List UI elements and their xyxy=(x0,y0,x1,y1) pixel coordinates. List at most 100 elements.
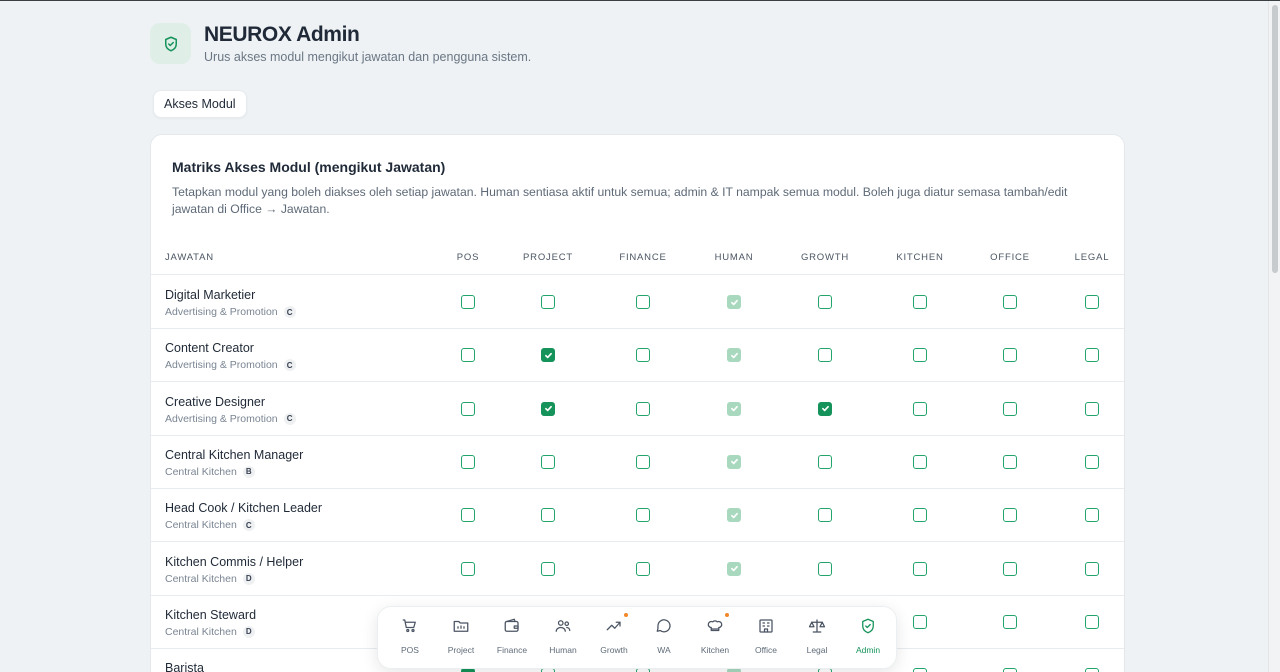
department-name: Advertising & Promotion xyxy=(165,306,278,318)
access-checkbox-office[interactable] xyxy=(1003,401,1017,416)
access-checkbox-growth[interactable] xyxy=(818,295,832,309)
department-info: Advertising & Promotion C xyxy=(165,412,296,425)
dock-item-office[interactable]: Office xyxy=(741,617,791,655)
position-name: Barista xyxy=(165,661,204,672)
access-checkbox-legal[interactable] xyxy=(1085,561,1099,576)
access-checkbox-kitchen[interactable] xyxy=(913,348,927,363)
trending-up-icon xyxy=(605,613,628,635)
access-checkbox-human xyxy=(727,508,741,523)
dock-label: Kitchen xyxy=(700,645,730,655)
access-checkbox-kitchen[interactable] xyxy=(913,508,927,523)
access-checkbox-finance[interactable] xyxy=(636,508,650,523)
position-name: Creative Designer xyxy=(165,394,266,409)
grade-badge: C xyxy=(283,306,296,318)
access-matrix-card: Matriks Akses Modul (mengikut Jawatan) T… xyxy=(150,134,1125,672)
dock-item-finance[interactable]: Finance xyxy=(487,617,537,655)
access-checkbox-project[interactable] xyxy=(541,454,555,469)
access-checkbox-kitchen[interactable] xyxy=(913,668,927,672)
access-checkbox-finance[interactable] xyxy=(636,295,650,309)
access-checkbox-project[interactable] xyxy=(541,508,555,523)
card-description: Tetapkan modul yang boleh diakses oleh s… xyxy=(172,185,1068,216)
access-checkbox-pos[interactable] xyxy=(461,561,475,576)
department-name: Advertising & Promotion xyxy=(165,359,278,372)
access-checkbox-kitchen[interactable] xyxy=(913,614,927,629)
department-info: Central Kitchen D xyxy=(165,572,255,585)
notification-dot xyxy=(725,613,729,617)
access-checkbox-pos[interactable] xyxy=(461,508,475,523)
dock-item-kitchen[interactable]: Kitchen xyxy=(690,613,740,655)
access-checkbox-legal[interactable] xyxy=(1085,401,1099,416)
access-checkbox-finance[interactable] xyxy=(636,561,650,576)
access-checkbox-project[interactable] xyxy=(541,401,555,416)
access-checkbox-legal[interactable] xyxy=(1085,508,1099,523)
dock-label: POS xyxy=(401,645,419,655)
access-checkbox-office[interactable] xyxy=(1003,348,1017,363)
dock-label: Legal xyxy=(806,645,828,655)
access-checkbox-legal[interactable] xyxy=(1085,614,1099,629)
building-icon xyxy=(757,617,775,635)
access-checkbox-office[interactable] xyxy=(1003,454,1017,469)
position-name: Head Cook / Kitchen Leader xyxy=(165,501,323,516)
dock-item-human[interactable]: Human xyxy=(538,617,588,655)
notification-dot xyxy=(624,613,628,617)
dock-item-growth[interactable]: Growth xyxy=(589,613,639,655)
grade-badge: D xyxy=(242,572,255,585)
access-checkbox-project[interactable] xyxy=(541,295,555,309)
dock-label: Office xyxy=(754,645,778,655)
dock-item-pos[interactable]: POS xyxy=(385,617,435,655)
dock-label: WA xyxy=(657,645,671,655)
scrollbar-thumb[interactable] xyxy=(1272,5,1278,273)
access-checkbox-growth[interactable] xyxy=(818,401,832,416)
access-checkbox-growth[interactable] xyxy=(818,561,832,576)
access-checkbox-growth[interactable] xyxy=(818,348,832,363)
department-name: Central Kitchen xyxy=(165,625,237,638)
access-checkbox-pos[interactable] xyxy=(461,295,475,309)
access-checkbox-kitchen[interactable] xyxy=(913,401,927,416)
dock-label: Growth xyxy=(600,645,628,655)
access-checkbox-kitchen[interactable] xyxy=(913,295,927,309)
department-name: Central Kitchen xyxy=(165,572,237,585)
access-checkbox-kitchen[interactable] xyxy=(913,561,927,576)
column-header-legal: LEGAL xyxy=(1074,252,1110,263)
access-checkbox-project[interactable] xyxy=(541,561,555,576)
tab-akses-modul[interactable]: Akses Modul xyxy=(153,90,247,118)
access-checkbox-human xyxy=(727,561,741,576)
dock-item-admin[interactable]: Admin xyxy=(843,617,893,655)
access-checkbox-legal[interactable] xyxy=(1085,454,1099,469)
dock-label: Admin xyxy=(855,645,881,655)
access-checkbox-legal[interactable] xyxy=(1085,668,1099,672)
access-checkbox-growth[interactable] xyxy=(818,454,832,469)
access-checkbox-growth[interactable] xyxy=(818,508,832,523)
access-checkbox-human xyxy=(727,401,741,416)
dock-item-wa[interactable]: WA xyxy=(639,617,689,655)
table-header: JAWATAN POS PROJECT FINANCE HUMAN GROWTH KITCH… xyxy=(151,242,1124,275)
access-checkbox-office[interactable] xyxy=(1003,508,1017,523)
access-checkbox-finance[interactable] xyxy=(636,454,650,469)
access-checkbox-finance[interactable] xyxy=(636,348,650,363)
access-checkbox-legal[interactable] xyxy=(1085,348,1099,363)
access-checkbox-finance[interactable] xyxy=(636,401,650,416)
chef-hat-icon xyxy=(706,613,729,635)
page-scrollbar[interactable] xyxy=(1268,1,1280,672)
department-info: Central Kitchen B xyxy=(165,465,255,478)
dock-item-legal[interactable]: Legal xyxy=(792,617,842,655)
access-checkbox-legal[interactable] xyxy=(1085,295,1099,309)
access-checkbox-project[interactable] xyxy=(541,348,555,363)
access-checkbox-pos[interactable] xyxy=(461,348,475,363)
dock-item-project[interactable]: Project xyxy=(436,617,486,655)
card-title: Matriks Akses Modul (mengikut Jawatan) xyxy=(172,159,446,175)
access-checkbox-pos[interactable] xyxy=(461,454,475,469)
department-name: Central Kitchen xyxy=(165,465,237,478)
access-checkbox-pos[interactable] xyxy=(461,401,475,416)
access-checkbox-kitchen[interactable] xyxy=(913,454,927,469)
grade-badge: C xyxy=(283,412,296,425)
scale-icon xyxy=(808,617,826,635)
access-checkbox-office[interactable] xyxy=(1003,614,1017,629)
position-name: Kitchen Steward xyxy=(165,607,257,622)
shield-check-icon xyxy=(164,36,177,51)
access-checkbox-office[interactable] xyxy=(1003,295,1017,309)
access-checkbox-office[interactable] xyxy=(1003,668,1017,672)
grade-badge: B xyxy=(242,465,255,478)
access-checkbox-office[interactable] xyxy=(1003,561,1017,576)
column-header-pos: POS xyxy=(456,252,480,263)
